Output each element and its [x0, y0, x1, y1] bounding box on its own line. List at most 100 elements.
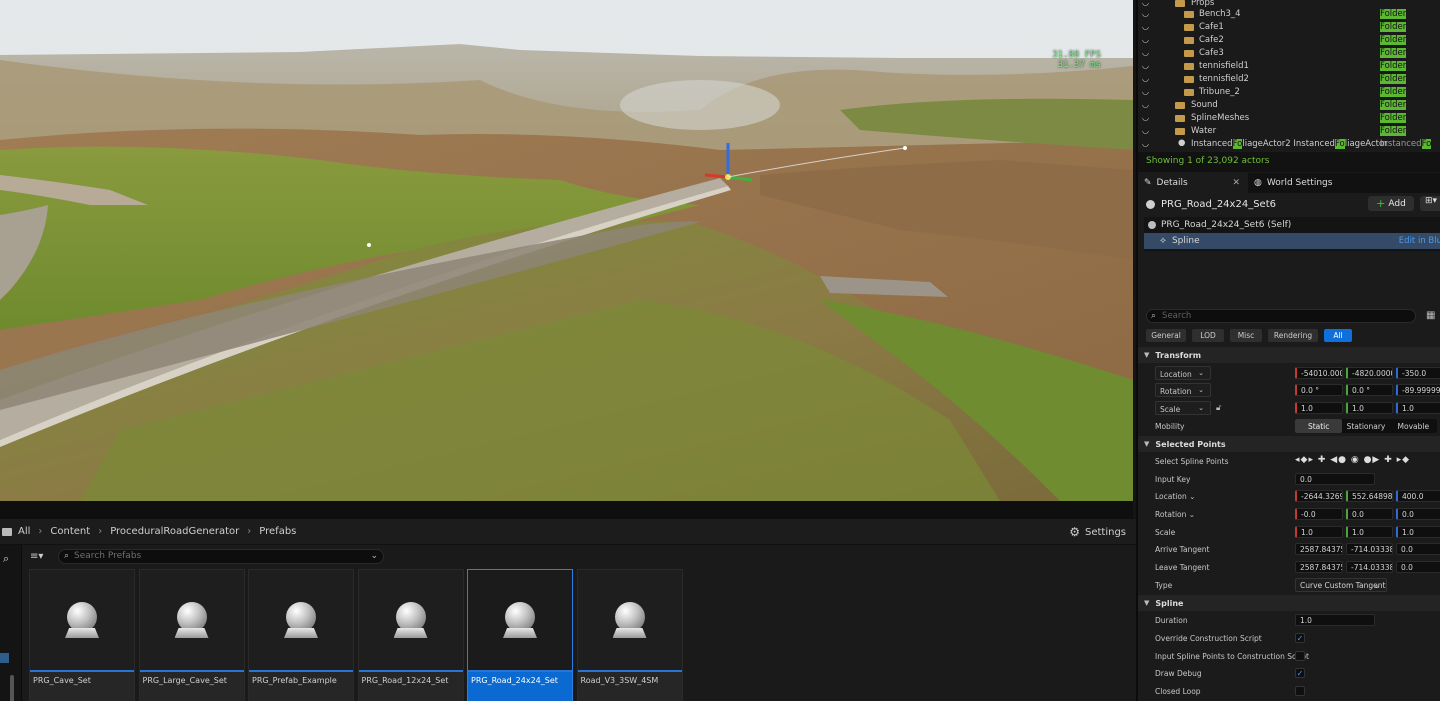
asset-tile[interactable]: PRG_Road_12x24_Set — [357, 569, 464, 701]
point-location-z-field[interactable]: 400.0 — [1396, 490, 1440, 502]
point-rotation-label[interactable]: Rotation ⌄ — [1155, 510, 1195, 519]
asset-tile[interactable]: Road_V3_3SW_4SM — [576, 569, 683, 701]
edit-in-blueprint-link[interactable]: Edit in Blu — [1399, 236, 1440, 246]
arrive-tangent-z-field[interactable]: 0.0 — [1396, 543, 1440, 555]
duration-field[interactable]: 1.0 — [1295, 614, 1375, 626]
eye-icon[interactable]: ◡ — [1142, 113, 1149, 122]
eye-icon[interactable]: ◡ — [1142, 74, 1149, 83]
add-component-button[interactable]: + Add — [1368, 196, 1414, 211]
outliner-row[interactable]: ◡ Cafe1 Folder — [1138, 21, 1440, 34]
property-matrix-icon[interactable]: ▦ — [1426, 310, 1435, 321]
section-selected-points[interactable]: ▼ Selected Points — [1138, 436, 1440, 452]
outliner-row[interactable]: ◡ Cafe3 Folder — [1138, 47, 1440, 60]
eye-icon[interactable]: ◡ — [1142, 48, 1149, 57]
point-rotation-x-field[interactable]: -0.0 — [1295, 508, 1343, 520]
outliner-row-foliage[interactable]: ◡ ● InstancedFoliageActor2 InstancedFoli… — [1138, 138, 1440, 151]
tab-details[interactable]: ✎ Details ✕ — [1138, 173, 1248, 193]
asset-tile[interactable]: PRG_Prefab_Example — [248, 569, 354, 701]
tab-world-settings[interactable]: ◍ World Settings — [1248, 173, 1338, 193]
input-key-field[interactable]: 0.0 — [1295, 473, 1375, 485]
closed-loop-checkbox[interactable] — [1295, 686, 1305, 696]
spline-point-select-icons[interactable]: ◂◆▸ ✚ ◀● ◉ ●▶ ✚ ▸◆ — [1295, 455, 1410, 465]
eye-icon[interactable]: ◡ — [1142, 22, 1149, 31]
sources-scrollbar[interactable] — [10, 675, 14, 701]
prefab-search-input[interactable]: ⌕ Search Prefabs ⌄ — [58, 548, 384, 564]
section-spline[interactable]: ▼ Spline — [1138, 595, 1440, 611]
breadcrumb-content[interactable]: Content — [50, 526, 90, 537]
location-y-field[interactable]: -4820.00000 — [1346, 367, 1393, 379]
chevron-down-icon[interactable]: ⌄ — [370, 551, 378, 561]
scale-y-field[interactable]: 1.0 — [1346, 402, 1393, 414]
blueprint-options-button[interactable]: ⊞▾ — [1420, 196, 1440, 211]
eye-icon[interactable]: ◡ — [1142, 126, 1149, 135]
filter-general[interactable]: General — [1146, 329, 1186, 342]
filter-all[interactable]: All — [1324, 329, 1352, 342]
point-scale-z-field[interactable]: 1.0 — [1396, 526, 1440, 538]
section-transform[interactable]: ▼ Transform — [1138, 347, 1440, 363]
unlock-icon[interactable]: 🔓︎ — [1216, 403, 1221, 413]
mobility-stationary[interactable]: Stationary — [1342, 419, 1389, 433]
leave-tangent-y-field[interactable]: -714.033386 — [1346, 561, 1393, 573]
rotation-x-field[interactable]: 0.0 ° — [1295, 384, 1343, 396]
details-search-input[interactable]: ⌕ Search — [1146, 309, 1416, 323]
component-row-self[interactable]: PRG_Road_24x24_Set6 (Self) — [1144, 217, 1440, 233]
outliner-row[interactable]: ◡ Tribune_2 Folder — [1138, 86, 1440, 99]
breadcrumb-prefabs[interactable]: Prefabs — [259, 526, 296, 537]
mobility-static[interactable]: Static — [1295, 419, 1343, 433]
filter-misc[interactable]: Misc — [1230, 329, 1262, 342]
point-type-dropdown[interactable]: Curve Custom Tangent ⌄ — [1295, 578, 1387, 592]
eye-icon[interactable]: ◡ — [1142, 35, 1149, 44]
location-z-field[interactable]: -350.0 — [1396, 367, 1440, 379]
location-mode-dropdown[interactable]: Location ⌄ — [1155, 366, 1211, 380]
breadcrumb-procedural-road-generator[interactable]: ProceduralRoadGenerator — [110, 526, 239, 537]
point-rotation-y-field[interactable]: 0.0 — [1346, 508, 1393, 520]
input-points-checkbox[interactable] — [1295, 651, 1305, 661]
point-location-label[interactable]: Location ⌄ — [1155, 492, 1195, 501]
search-icon[interactable]: ⌕ — [3, 552, 9, 566]
viewport-divider[interactable] — [0, 501, 1133, 519]
breadcrumb-all[interactable]: All — [18, 526, 30, 537]
scale-z-field[interactable]: 1.0 — [1396, 402, 1440, 414]
location-x-field[interactable]: -54010.0000 — [1295, 367, 1343, 379]
scale-mode-dropdown[interactable]: Scale ⌄ — [1155, 401, 1211, 415]
leave-tangent-z-field[interactable]: 0.0 — [1396, 561, 1440, 573]
leave-tangent-x-field[interactable]: 2587.84375 — [1295, 561, 1343, 573]
outliner-row[interactable]: ◡ SplineMeshes Folder — [1138, 112, 1440, 125]
filter-lod[interactable]: LOD — [1192, 329, 1224, 342]
eye-icon[interactable]: ◡ — [1142, 87, 1149, 96]
point-scale-y-field[interactable]: 1.0 — [1346, 526, 1393, 538]
scale-x-field[interactable]: 1.0 — [1295, 402, 1343, 414]
outliner-row[interactable]: ◡ Water Folder — [1138, 125, 1440, 138]
rotation-z-field[interactable]: -89.999999 — [1396, 384, 1440, 396]
asset-tile-selected[interactable]: PRG_Road_24x24_Set — [467, 569, 573, 701]
rotation-y-field[interactable]: 0.0 ° — [1346, 384, 1393, 396]
eye-icon[interactable]: ◡ — [1142, 9, 1149, 18]
asset-tile[interactable]: PRG_Cave_Set — [29, 569, 135, 701]
outliner-row[interactable]: ◡ tennisfield1 Folder — [1138, 60, 1440, 73]
level-viewport[interactable]: 31.88 FPS 31.37 ms — [0, 0, 1133, 501]
draw-debug-checkbox[interactable]: ✓ — [1295, 668, 1305, 678]
asset-tile[interactable]: PRG_Large_Cave_Set — [138, 569, 245, 701]
mobility-movable[interactable]: Movable — [1390, 419, 1437, 433]
arrive-tangent-x-field[interactable]: 2587.84375 — [1295, 543, 1343, 555]
close-icon[interactable]: ✕ — [1232, 178, 1240, 188]
eye-icon[interactable]: ◡ — [1142, 100, 1149, 109]
point-rotation-z-field[interactable]: 0.0 — [1396, 508, 1440, 520]
content-settings-button[interactable]: ⚙ Settings — [1069, 519, 1126, 545]
outliner-row[interactable]: ◡ Bench3_4 Folder — [1138, 8, 1440, 21]
eye-icon[interactable]: ◡ — [1142, 139, 1149, 148]
outliner-row[interactable]: ◡ Cafe2 Folder — [1138, 34, 1440, 47]
folder-icon[interactable] — [2, 527, 12, 536]
filter-dropdown-icon[interactable]: ≡▾ — [30, 551, 54, 562]
eye-icon[interactable]: ◡ — [1142, 0, 1149, 7]
eye-icon[interactable]: ◡ — [1142, 61, 1149, 70]
point-location-x-field[interactable]: -2644.32690 — [1295, 490, 1343, 502]
rotation-mode-dropdown[interactable]: Rotation ⌄ — [1155, 383, 1211, 397]
point-scale-x-field[interactable]: 1.0 — [1295, 526, 1343, 538]
filter-rendering[interactable]: Rendering — [1268, 329, 1318, 342]
outliner-row[interactable]: ◡ tennisfield2 Folder — [1138, 73, 1440, 86]
override-checkbox[interactable]: ✓ — [1295, 633, 1305, 643]
outliner-row[interactable]: ◡ Sound Folder — [1138, 99, 1440, 112]
component-row-spline[interactable]: ⟡ Spline Edit in Blu — [1144, 233, 1440, 249]
point-location-y-field[interactable]: 552.648987 — [1346, 490, 1393, 502]
